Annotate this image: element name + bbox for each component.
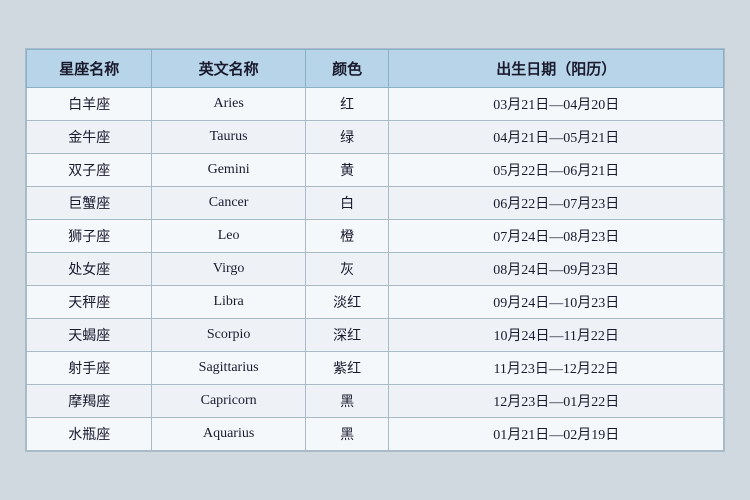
cell-date: 05月22日—06月21日 xyxy=(389,154,724,187)
cell-color: 绿 xyxy=(305,121,389,154)
cell-english: Leo xyxy=(152,220,305,253)
cell-english: Scorpio xyxy=(152,319,305,352)
table-row: 天蝎座Scorpio深红10月24日—11月22日 xyxy=(27,319,724,352)
header-english: 英文名称 xyxy=(152,50,305,88)
table-body: 白羊座Aries红03月21日—04月20日金牛座Taurus绿04月21日—0… xyxy=(27,88,724,451)
cell-english: Taurus xyxy=(152,121,305,154)
cell-english: Virgo xyxy=(152,253,305,286)
cell-date: 08月24日—09月23日 xyxy=(389,253,724,286)
cell-color: 黑 xyxy=(305,418,389,451)
cell-chinese: 水瓶座 xyxy=(27,418,152,451)
table-row: 摩羯座Capricorn黑12月23日—01月22日 xyxy=(27,385,724,418)
zodiac-table-container: 星座名称 英文名称 颜色 出生日期（阳历） 白羊座Aries红03月21日—04… xyxy=(25,48,725,452)
table-row: 狮子座Leo橙07月24日—08月23日 xyxy=(27,220,724,253)
header-date: 出生日期（阳历） xyxy=(389,50,724,88)
cell-chinese: 双子座 xyxy=(27,154,152,187)
cell-date: 09月24日—10月23日 xyxy=(389,286,724,319)
cell-date: 04月21日—05月21日 xyxy=(389,121,724,154)
cell-color: 灰 xyxy=(305,253,389,286)
table-row: 天秤座Libra淡红09月24日—10月23日 xyxy=(27,286,724,319)
cell-color: 红 xyxy=(305,88,389,121)
table-row: 双子座Gemini黄05月22日—06月21日 xyxy=(27,154,724,187)
cell-color: 橙 xyxy=(305,220,389,253)
cell-english: Capricorn xyxy=(152,385,305,418)
cell-english: Libra xyxy=(152,286,305,319)
cell-color: 淡红 xyxy=(305,286,389,319)
table-row: 白羊座Aries红03月21日—04月20日 xyxy=(27,88,724,121)
cell-date: 11月23日—12月22日 xyxy=(389,352,724,385)
table-row: 巨蟹座Cancer白06月22日—07月23日 xyxy=(27,187,724,220)
table-row: 射手座Sagittarius紫红11月23日—12月22日 xyxy=(27,352,724,385)
cell-color: 黑 xyxy=(305,385,389,418)
cell-date: 01月21日—02月19日 xyxy=(389,418,724,451)
cell-chinese: 巨蟹座 xyxy=(27,187,152,220)
cell-chinese: 摩羯座 xyxy=(27,385,152,418)
header-chinese: 星座名称 xyxy=(27,50,152,88)
cell-chinese: 天秤座 xyxy=(27,286,152,319)
zodiac-table: 星座名称 英文名称 颜色 出生日期（阳历） 白羊座Aries红03月21日—04… xyxy=(26,49,724,451)
cell-chinese: 狮子座 xyxy=(27,220,152,253)
cell-english: Sagittarius xyxy=(152,352,305,385)
cell-chinese: 白羊座 xyxy=(27,88,152,121)
cell-color: 黄 xyxy=(305,154,389,187)
table-row: 金牛座Taurus绿04月21日—05月21日 xyxy=(27,121,724,154)
cell-chinese: 射手座 xyxy=(27,352,152,385)
cell-english: Aries xyxy=(152,88,305,121)
table-row: 处女座Virgo灰08月24日—09月23日 xyxy=(27,253,724,286)
cell-english: Gemini xyxy=(152,154,305,187)
cell-date: 12月23日—01月22日 xyxy=(389,385,724,418)
cell-chinese: 金牛座 xyxy=(27,121,152,154)
header-color: 颜色 xyxy=(305,50,389,88)
cell-english: Aquarius xyxy=(152,418,305,451)
table-row: 水瓶座Aquarius黑01月21日—02月19日 xyxy=(27,418,724,451)
cell-date: 06月22日—07月23日 xyxy=(389,187,724,220)
table-header-row: 星座名称 英文名称 颜色 出生日期（阳历） xyxy=(27,50,724,88)
cell-color: 深红 xyxy=(305,319,389,352)
cell-color: 白 xyxy=(305,187,389,220)
cell-color: 紫红 xyxy=(305,352,389,385)
cell-english: Cancer xyxy=(152,187,305,220)
cell-chinese: 天蝎座 xyxy=(27,319,152,352)
cell-date: 07月24日—08月23日 xyxy=(389,220,724,253)
cell-date: 03月21日—04月20日 xyxy=(389,88,724,121)
cell-date: 10月24日—11月22日 xyxy=(389,319,724,352)
cell-chinese: 处女座 xyxy=(27,253,152,286)
